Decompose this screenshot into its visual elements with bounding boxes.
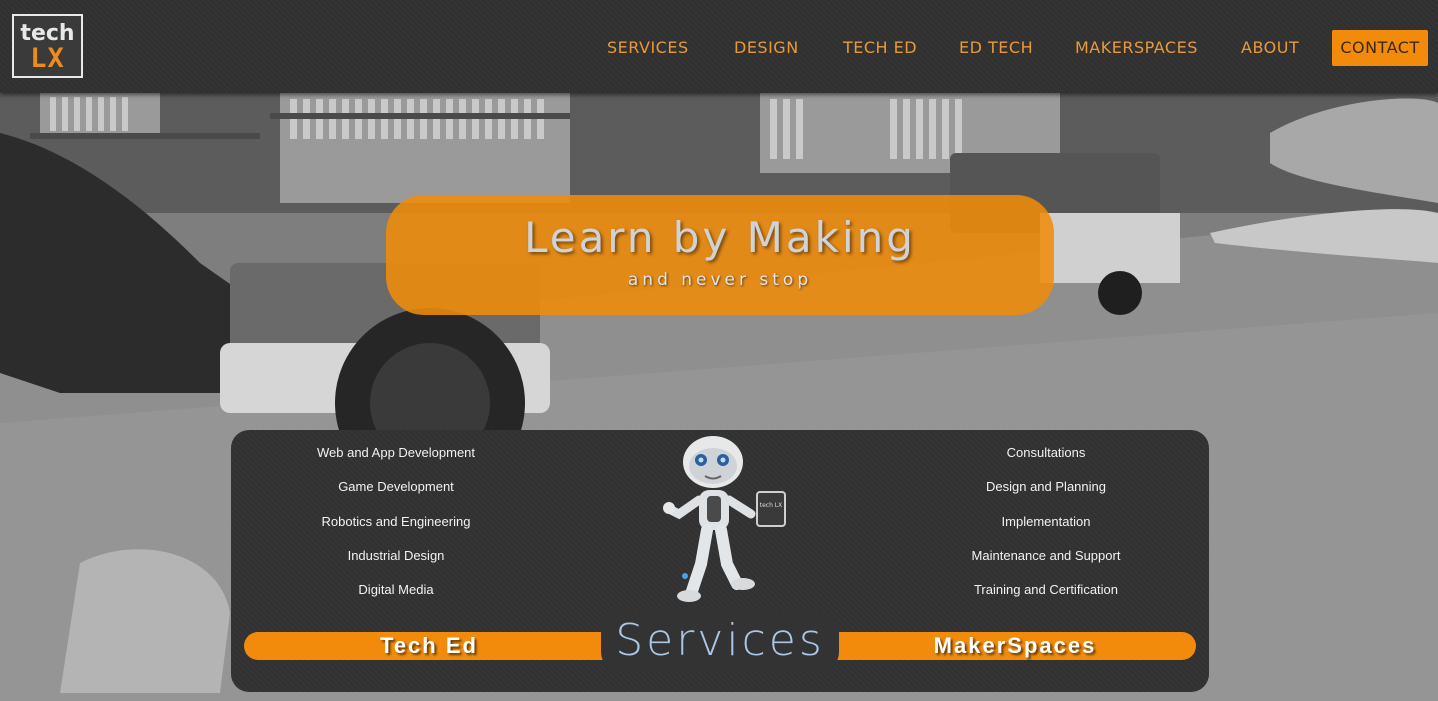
services-right-list: Consultations Design and Planning Implem… (881, 442, 1211, 613)
nav-ed-tech[interactable]: ED TECH (959, 30, 1033, 66)
service-item[interactable]: Design and Planning (881, 476, 1211, 510)
service-item[interactable]: Digital Media (231, 579, 561, 613)
service-item[interactable]: Game Development (231, 476, 561, 510)
hero-subtitle: and never stop (627, 270, 813, 290)
service-item[interactable]: Maintenance and Support (881, 545, 1211, 579)
service-item[interactable]: Consultations (881, 442, 1211, 476)
services-title-cap: Services (601, 610, 839, 672)
makerspaces-label: MakerSpaces (933, 633, 1097, 658)
services-title: Services (615, 615, 825, 666)
tablet-text: tech LX (760, 502, 783, 509)
nav-services[interactable]: SERVICES (607, 30, 689, 66)
makerspaces-bar[interactable]: MakerSpaces (834, 632, 1196, 660)
tech-ed-bar[interactable]: Tech Ed (244, 632, 614, 660)
service-item[interactable]: Industrial Design (231, 545, 561, 579)
nav-about[interactable]: ABOUT (1241, 30, 1299, 66)
services-left-list: Web and App Development Game Development… (231, 442, 561, 613)
nav-design[interactable]: DESIGN (734, 30, 799, 66)
service-item[interactable]: Web and App Development (231, 442, 561, 476)
nav-tech-ed[interactable]: TECH ED (843, 30, 917, 66)
service-item[interactable]: Robotics and Engineering (231, 511, 561, 545)
nav-makerspaces[interactable]: MAKERSPACES (1075, 30, 1198, 66)
hero-banner: Learn by Making and never stop (386, 195, 1054, 315)
service-item[interactable]: Implementation (881, 511, 1211, 545)
nav-contact-button[interactable]: CONTACT (1332, 30, 1428, 66)
main-nav: SERVICES DESIGN TECH ED ED TECH MAKERSPA… (0, 30, 1438, 66)
service-item[interactable]: Training and Certification (881, 579, 1211, 613)
services-panel: Web and App Development Game Development… (231, 430, 1209, 692)
site-header: tech LX SERVICES DESIGN TECH ED ED TECH … (0, 0, 1438, 93)
robot-mascot-icon: tech LX (663, 436, 786, 602)
hero-title: Learn by Making (524, 213, 916, 262)
tech-ed-label: Tech Ed (380, 633, 478, 658)
